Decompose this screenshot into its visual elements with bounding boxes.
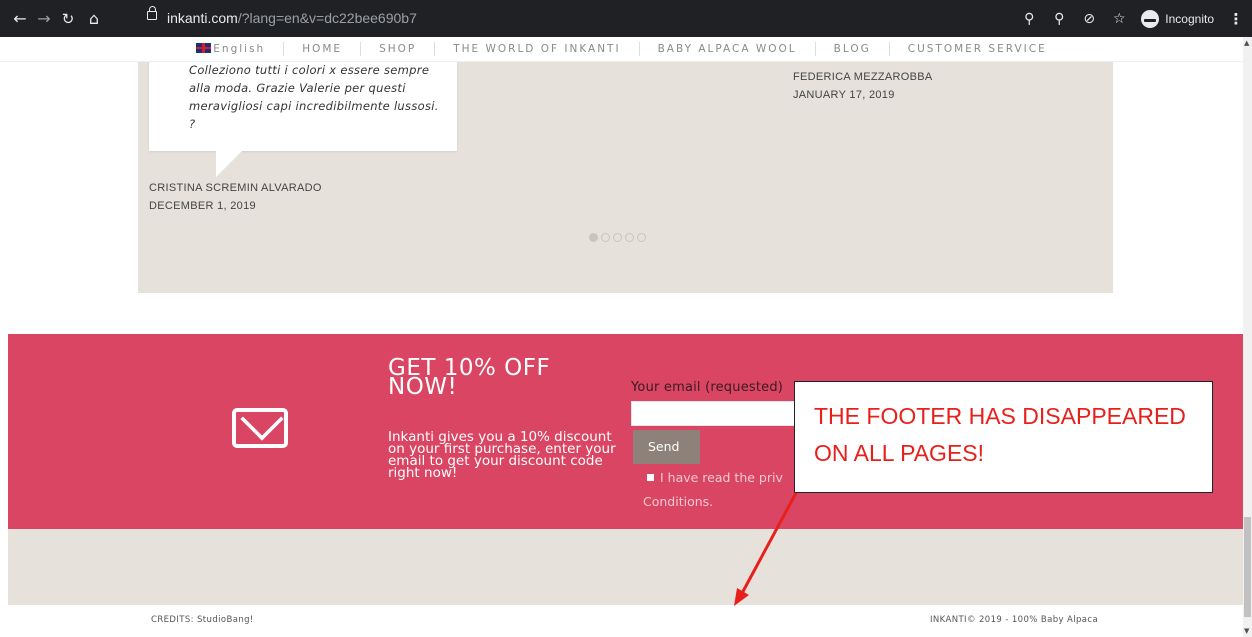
- arrow-head: [734, 588, 749, 606]
- annotation-arrow-icon: [734, 492, 798, 606]
- arrow-shaft: [738, 492, 798, 598]
